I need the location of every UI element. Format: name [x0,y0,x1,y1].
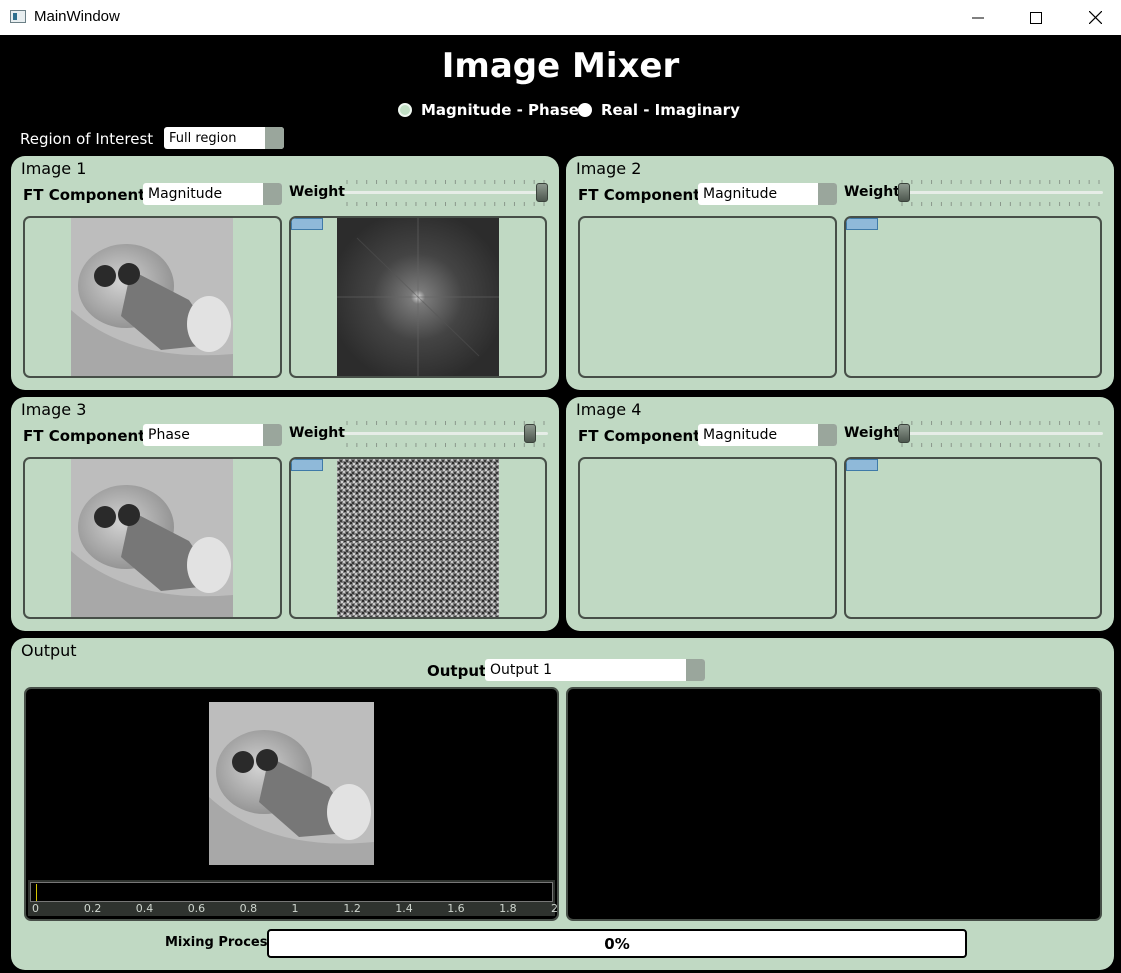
ft-components-label: FT Components [23,186,155,204]
weight-slider[interactable] [343,178,548,208]
radio-real-imaginary[interactable]: Real - Imaginary [578,101,740,119]
original-image-viewer [23,216,282,378]
page-title: Image Mixer [441,46,680,86]
slider-handle[interactable] [898,183,910,202]
timeline-tick-label: 0.8 [239,902,258,915]
progress-text: 0% [604,934,630,953]
mixing-progress-bar: 0% [267,929,967,958]
slider-handle[interactable] [536,183,548,202]
ft-component-viewer [844,457,1102,619]
roi-rectangle[interactable] [291,218,323,230]
output-select[interactable]: Output 1 [485,659,705,681]
minimize-icon [972,17,984,18]
timeline-ticks: 0 0.2 0.4 0.6 0.8 1 1.2 1.4 1.6 1.8 2 [28,902,558,916]
close-button[interactable] [1072,0,1118,35]
slider-track [898,191,1103,194]
roi-select[interactable]: Full region [164,127,284,149]
timeline-tick-label: 1 [291,902,299,915]
timeline-tick-label: 0.2 [83,902,102,915]
ft-components-label: FT Components [578,427,710,445]
weight-slider[interactable] [343,419,548,449]
ft-component-viewer [289,457,547,619]
weight-label: Weight [289,184,345,200]
image-panel-title: Image 1 [21,159,87,178]
ft-components-value: Magnitude [703,427,778,443]
output-ft-viewer [566,687,1102,921]
image-panel-title: Image 3 [21,400,87,419]
dropdown-arrow-icon [265,127,284,149]
original-image [71,459,233,617]
dropdown-arrow-icon [818,183,837,205]
image-panel-title: Image 2 [576,159,642,178]
original-image [71,218,233,376]
ft-component-viewer [844,216,1102,378]
weight-label: Weight [289,425,345,441]
close-icon [1088,11,1102,24]
timeline-tick-label: 2 [551,902,558,915]
original-image-viewer [578,457,837,619]
window-title: MainWindow [34,8,120,25]
dropdown-arrow-icon [263,183,282,205]
ft-components-label: FT Components [23,427,155,445]
timeline-track [30,882,553,902]
dropdown-arrow-icon [686,659,705,681]
ft-component-viewer [289,216,547,378]
timeline-tick-label: 1.8 [499,902,517,915]
weight-slider[interactable] [898,178,1103,208]
radio-label: Real - Imaginary [601,101,740,119]
app-icon [10,10,26,23]
ft-components-value: Phase [148,427,190,443]
ft-components-select[interactable]: Magnitude [143,183,282,205]
output-panel-title: Output [21,641,77,660]
roi-rectangle[interactable] [291,459,323,471]
timeline-tick-label: 1.2 [343,902,361,915]
radio-label: Magnitude - Phase [421,101,579,119]
timeline-tick-label: 0.6 [187,902,206,915]
timeline-tick-label: 0 [32,902,39,915]
ft-components-label: FT Components [578,186,710,204]
output-image-viewer: 0 0.2 0.4 0.6 0.8 1 1.2 1.4 1.6 1.8 2 [24,687,559,921]
ft-magnitude-image [337,218,499,376]
roi-rectangle[interactable] [846,218,878,230]
ft-components-select[interactable]: Phase [143,424,282,446]
weight-label: Weight [844,184,900,200]
output-select-value: Output 1 [490,662,552,678]
output-select-label: Output [427,662,487,680]
original-image-viewer [578,216,837,378]
timeline-cursor[interactable] [36,884,37,901]
ft-components-value: Magnitude [703,186,778,202]
maximize-icon [1030,11,1042,24]
window-title-bar [0,0,1121,35]
original-image-viewer [23,457,282,619]
radio-checked-icon [398,103,412,117]
mixing-timeline[interactable]: 0 0.2 0.4 0.6 0.8 1 1.2 1.4 1.6 1.8 2 [28,880,558,916]
dropdown-arrow-icon [818,424,837,446]
slider-track [343,432,548,435]
radio-unchecked-icon [578,103,592,117]
ft-components-select[interactable]: Magnitude [698,424,837,446]
output-image [209,702,374,865]
slider-handle[interactable] [524,424,537,443]
timeline-tick-label: 1.4 [395,902,413,915]
maximize-button[interactable] [1013,0,1059,35]
roi-rectangle[interactable] [846,459,878,471]
image-panel-title: Image 4 [576,400,642,419]
ft-phase-image [337,459,499,617]
ft-components-value: Magnitude [148,186,223,202]
ft-components-select[interactable]: Magnitude [698,183,837,205]
mixing-process-label: Mixing Process [165,935,276,950]
dropdown-arrow-icon [263,424,282,446]
weight-label: Weight [844,425,900,441]
slider-handle[interactable] [898,424,910,443]
roi-label: Region of Interest [20,130,154,148]
radio-magnitude-phase[interactable]: Magnitude - Phase [398,101,579,119]
timeline-tick-label: 1.6 [447,902,465,915]
minimize-button[interactable] [955,0,1001,35]
slider-track [343,191,548,194]
weight-slider[interactable] [898,419,1103,449]
roi-select-value: Full region [169,130,237,146]
slider-track [898,432,1103,435]
timeline-tick-label: 0.4 [135,902,154,915]
